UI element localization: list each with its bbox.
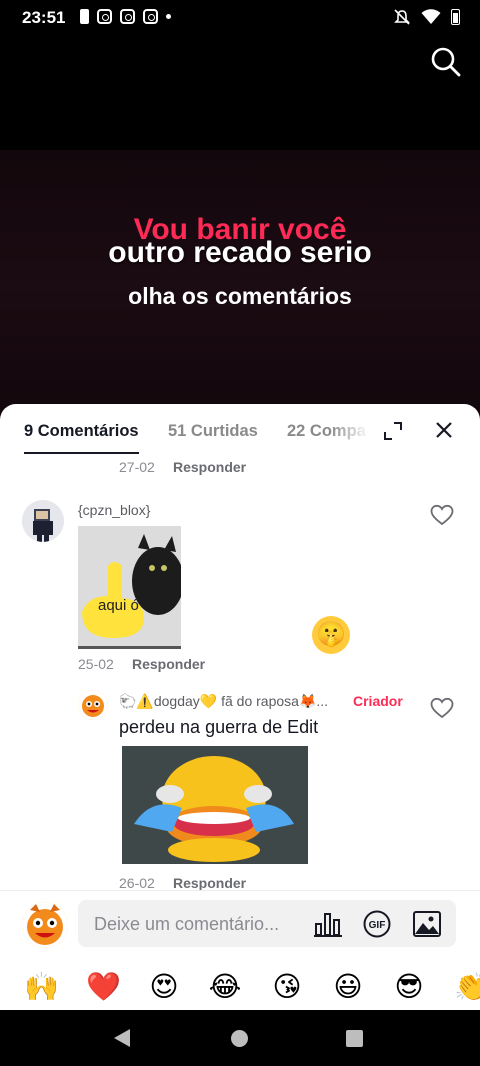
tab-likes[interactable]: 51 Curtidas — [168, 422, 258, 441]
image-icon[interactable] — [412, 910, 442, 938]
emoji-button[interactable]: 😎 — [392, 970, 426, 1004]
shushing-emoji-reaction: 🤫 — [312, 616, 350, 654]
gif-caption: aqui ó — [98, 597, 139, 614]
comments-sheet: 9 Comentários 51 Curtidas 22 Compa 27-02… — [0, 404, 480, 1010]
battery-icon — [451, 9, 460, 25]
cat-sticker-image — [78, 526, 181, 649]
home-icon[interactable] — [231, 1030, 248, 1047]
emoji-button[interactable]: ❤️ — [86, 970, 121, 1004]
emoji-button[interactable]: 👏 — [454, 970, 480, 1004]
sheet-tabs: 9 Comentários 51 Curtidas 22 Compa — [0, 404, 480, 456]
reply-button[interactable]: Responder — [173, 875, 246, 891]
tab-fade — [330, 414, 370, 450]
emoji-button[interactable]: 🙌 — [24, 970, 59, 1004]
like-heart-icon[interactable] — [430, 697, 454, 719]
emoji-button[interactable]: 😃 — [331, 970, 365, 1004]
notification-icons — [80, 9, 171, 24]
reply-button[interactable]: Responder — [173, 459, 246, 475]
close-icon[interactable] — [433, 419, 455, 441]
svg-text:GIF: GIF — [369, 920, 386, 931]
comment-date: 26-02 — [119, 875, 155, 891]
comment-gif[interactable]: aqui ó — [78, 526, 181, 649]
back-icon[interactable] — [114, 1029, 130, 1047]
avatar[interactable] — [78, 690, 108, 720]
reply-button[interactable]: Responder — [132, 656, 205, 672]
system-icons — [393, 8, 460, 26]
emoji-button[interactable]: 😍 — [147, 970, 181, 1004]
gif-icon[interactable]: GIF — [362, 910, 392, 938]
emoji-button[interactable]: 😂 — [208, 970, 242, 1004]
chart-icon[interactable] — [313, 910, 343, 938]
video-caption-main: outro recado serio — [108, 236, 372, 269]
comment-date: 25-02 — [78, 656, 114, 672]
comment-username[interactable]: {cpzn_blox} — [78, 502, 150, 518]
video-caption-sub: olha os comentários — [128, 283, 352, 309]
recents-icon[interactable] — [346, 1030, 363, 1047]
avatar[interactable] — [22, 500, 64, 542]
emoji-quick-bar: 🙌 ❤️ 😍 😂 😘 😃 😎 👏 — [0, 970, 480, 1006]
my-avatar — [22, 902, 68, 948]
creator-badge: Criador — [353, 693, 403, 709]
divider — [0, 890, 480, 891]
comment-username[interactable]: 🐑⚠️dogday💛 fã do raposa🦊... — [119, 693, 328, 710]
comment-input-box[interactable]: GIF — [78, 900, 456, 947]
comment-text: perdeu na guerra de Edit — [119, 717, 319, 737]
search-icon[interactable] — [430, 46, 462, 78]
battery-saver-icon — [80, 9, 89, 24]
active-tab-indicator — [24, 452, 139, 454]
crying-emoji-image — [122, 746, 308, 864]
instagram-icon — [120, 9, 135, 24]
comment-gif[interactable] — [122, 746, 308, 864]
expand-icon[interactable] — [382, 420, 404, 442]
instagram-icon — [97, 9, 112, 24]
status-time: 23:51 — [22, 8, 66, 27]
mute-icon — [394, 9, 410, 25]
comment-date: 27-02 — [119, 459, 155, 475]
instagram-icon — [143, 9, 158, 24]
system-nav-bar — [0, 1010, 480, 1066]
more-notifications-icon — [166, 14, 171, 19]
avatar-image — [22, 902, 68, 948]
comment-input[interactable] — [94, 914, 304, 935]
like-heart-icon[interactable] — [430, 504, 454, 526]
emoji-button[interactable]: 😘 — [270, 970, 304, 1004]
tab-comments[interactable]: 9 Comentários — [24, 422, 139, 441]
wifi-icon — [421, 9, 441, 24]
avatar-image — [78, 690, 108, 720]
avatar-image — [22, 500, 64, 542]
status-bar: 23:51 — [0, 0, 480, 36]
